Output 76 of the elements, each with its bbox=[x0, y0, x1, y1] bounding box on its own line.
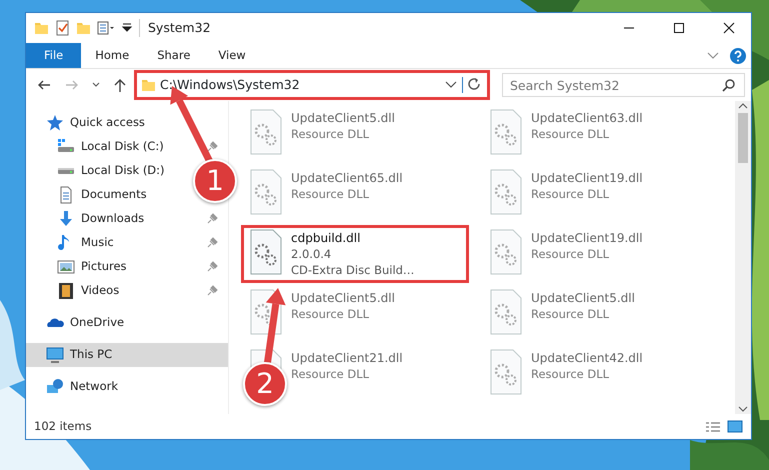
file-name[interactable]: UpdateClient21.dll bbox=[291, 349, 403, 367]
file-detail: Resource DLL bbox=[531, 367, 610, 383]
dll-file-icon bbox=[489, 349, 523, 395]
sidebar-item[interactable]: OneDrive bbox=[26, 311, 130, 335]
sidebar-item[interactable]: Quick access bbox=[26, 111, 151, 135]
details-view-icon[interactable] bbox=[705, 420, 721, 432]
file-detail: Resource DLL bbox=[531, 247, 610, 263]
dll-file-icon bbox=[249, 229, 283, 275]
sidebar-item[interactable]: Music bbox=[26, 231, 228, 255]
file-name[interactable]: UpdateClient19.dll bbox=[531, 169, 643, 187]
close-icon bbox=[723, 22, 735, 34]
dll-file-icon bbox=[489, 169, 523, 215]
file-name[interactable]: UpdateClient42.dll bbox=[531, 349, 643, 367]
picture-icon bbox=[57, 258, 75, 276]
drive-icon bbox=[57, 167, 75, 175]
sidebar-item[interactable]: Documents bbox=[26, 183, 153, 207]
maximize-icon bbox=[673, 22, 685, 34]
file-detail: CD-Extra Disc Build… bbox=[291, 262, 414, 278]
file-detail: Resource DLL bbox=[531, 307, 610, 323]
dll-file-icon bbox=[249, 109, 283, 155]
file-name[interactable]: UpdateClient65.dll bbox=[291, 169, 403, 187]
sidebar-item[interactable]: Network bbox=[26, 375, 124, 399]
pin-icon[interactable] bbox=[206, 237, 218, 249]
file-detail: Resource DLL bbox=[291, 367, 370, 383]
pin-icon[interactable] bbox=[206, 213, 218, 225]
file-detail: Resource DLL bbox=[531, 127, 610, 143]
computer-icon bbox=[46, 346, 64, 364]
star-icon bbox=[46, 114, 64, 132]
sidebar-item[interactable]: Pictures bbox=[26, 255, 228, 279]
large-icons-view-icon[interactable] bbox=[727, 420, 743, 433]
sidebar-item[interactable]: Videos bbox=[26, 279, 228, 303]
download-arrow-icon bbox=[57, 210, 75, 228]
dll-file-icon bbox=[489, 229, 523, 275]
sidebar-item[interactable]: Downloads bbox=[26, 207, 228, 231]
help-icon[interactable] bbox=[730, 48, 746, 64]
film-icon bbox=[57, 282, 75, 300]
checklist-icon[interactable] bbox=[55, 20, 70, 36]
file-detail: Resource DLL bbox=[531, 187, 610, 203]
file-name[interactable]: UpdateClient5.dll bbox=[291, 289, 395, 307]
window-title: System32 bbox=[139, 18, 211, 38]
pin-icon[interactable] bbox=[206, 261, 218, 273]
dll-file-icon bbox=[249, 169, 283, 215]
dll-file-icon bbox=[489, 289, 523, 335]
scroll-down-icon[interactable] bbox=[737, 404, 749, 414]
search-icon[interactable] bbox=[722, 78, 736, 92]
file-detail: Resource DLL bbox=[291, 307, 370, 323]
properties-icon[interactable] bbox=[97, 20, 115, 36]
pin-icon[interactable] bbox=[206, 141, 218, 153]
ribbon-tab[interactable]: Share bbox=[143, 43, 204, 68]
caret-icon bbox=[92, 81, 100, 89]
scrollbar-thumb[interactable] bbox=[738, 113, 748, 163]
file-name[interactable]: UpdateClient5.dll bbox=[531, 289, 635, 307]
sidebar-item[interactable]: Local Disk (C:) bbox=[26, 135, 228, 159]
globe-icon bbox=[46, 378, 64, 396]
file-name[interactable]: UpdateClient63.dll bbox=[531, 109, 643, 127]
folder-icon bbox=[141, 77, 156, 93]
file-detail: Resource DLL bbox=[291, 127, 370, 143]
search-field[interactable]: Search System32 bbox=[502, 73, 745, 97]
address-bar[interactable]: C:\Windows\System32 bbox=[136, 72, 488, 98]
file-name[interactable]: cdpbuild.dll bbox=[291, 229, 414, 247]
vertical-scrollbar[interactable] bbox=[735, 101, 751, 414]
sidebar-item[interactable]: Local Disk (D:) bbox=[26, 159, 171, 183]
scroll-up-icon[interactable] bbox=[737, 101, 749, 111]
status-text: 102 items bbox=[34, 418, 92, 435]
sidebar-item[interactable]: This PC bbox=[26, 343, 228, 367]
ribbon-tab[interactable]: Home bbox=[81, 43, 144, 68]
file-menu-tab[interactable]: File bbox=[26, 43, 82, 68]
file-detail: 2.0.0.4 bbox=[291, 247, 332, 263]
ribbon-tab[interactable]: View bbox=[204, 43, 260, 68]
file-name[interactable]: UpdateClient5.dll bbox=[291, 109, 395, 127]
dll-file-icon bbox=[489, 109, 523, 155]
file-name[interactable]: UpdateClient19.dll bbox=[531, 229, 643, 247]
up-arrow-icon bbox=[112, 77, 128, 93]
address-path: C:\Windows\System32 bbox=[160, 76, 301, 94]
file-detail: Resource DLL bbox=[291, 187, 370, 203]
pin-icon[interactable] bbox=[206, 285, 218, 297]
